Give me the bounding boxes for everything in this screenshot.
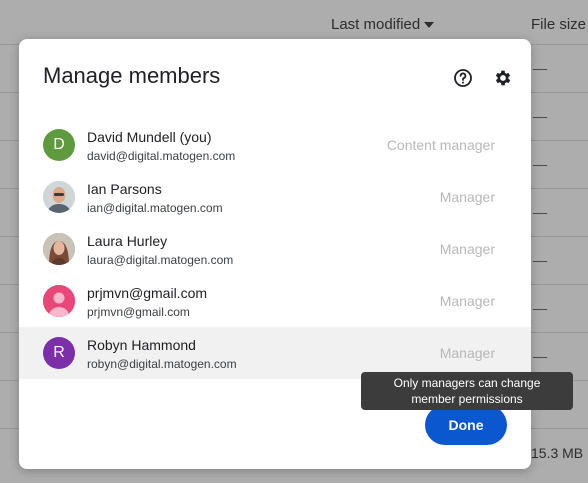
member-name: Laura Hurley	[87, 233, 168, 249]
member-row[interactable]: D David Mundell (you) david@digital.mato…	[19, 119, 531, 171]
member-email: robyn@digital.matogen.com	[87, 357, 237, 371]
member-row[interactable]: prjmvn@gmail.com prjmvn@gmail.com Manage…	[19, 275, 531, 327]
avatar	[43, 181, 75, 213]
dialog-title: Manage members	[43, 63, 221, 88]
member-email: prjmvn@gmail.com	[87, 305, 190, 319]
gear-icon[interactable]	[492, 67, 514, 89]
member-role: Manager	[439, 189, 495, 205]
member-row[interactable]: Ian Parsons ian@digital.matogen.com Mana…	[19, 171, 531, 223]
avatar: D	[43, 129, 75, 161]
member-name: prjmvn@gmail.com	[87, 285, 208, 301]
member-email: david@digital.matogen.com	[87, 149, 236, 163]
member-email: ian@digital.matogen.com	[87, 201, 223, 215]
member-name: Ian Parsons	[87, 181, 162, 197]
done-button[interactable]: Done	[425, 405, 507, 445]
member-name: Robyn Hammond	[87, 337, 196, 353]
member-role: Manager	[439, 293, 495, 309]
member-email: laura@digital.matogen.com	[87, 253, 234, 267]
member-role: Content manager	[386, 137, 495, 153]
member-name: David Mundell (you)	[87, 129, 212, 145]
member-role: Manager	[439, 241, 495, 257]
member-role: Manager	[439, 345, 495, 361]
member-row[interactable]: Laura Hurley laura@digital.matogen.com M…	[19, 223, 531, 275]
avatar	[43, 285, 75, 317]
avatar: R	[43, 337, 75, 369]
permissions-tooltip: Only managers can change member permissi…	[361, 372, 573, 410]
avatar	[43, 233, 75, 265]
help-circle-icon[interactable]	[452, 67, 474, 89]
member-list: D David Mundell (you) david@digital.mato…	[19, 119, 531, 379]
